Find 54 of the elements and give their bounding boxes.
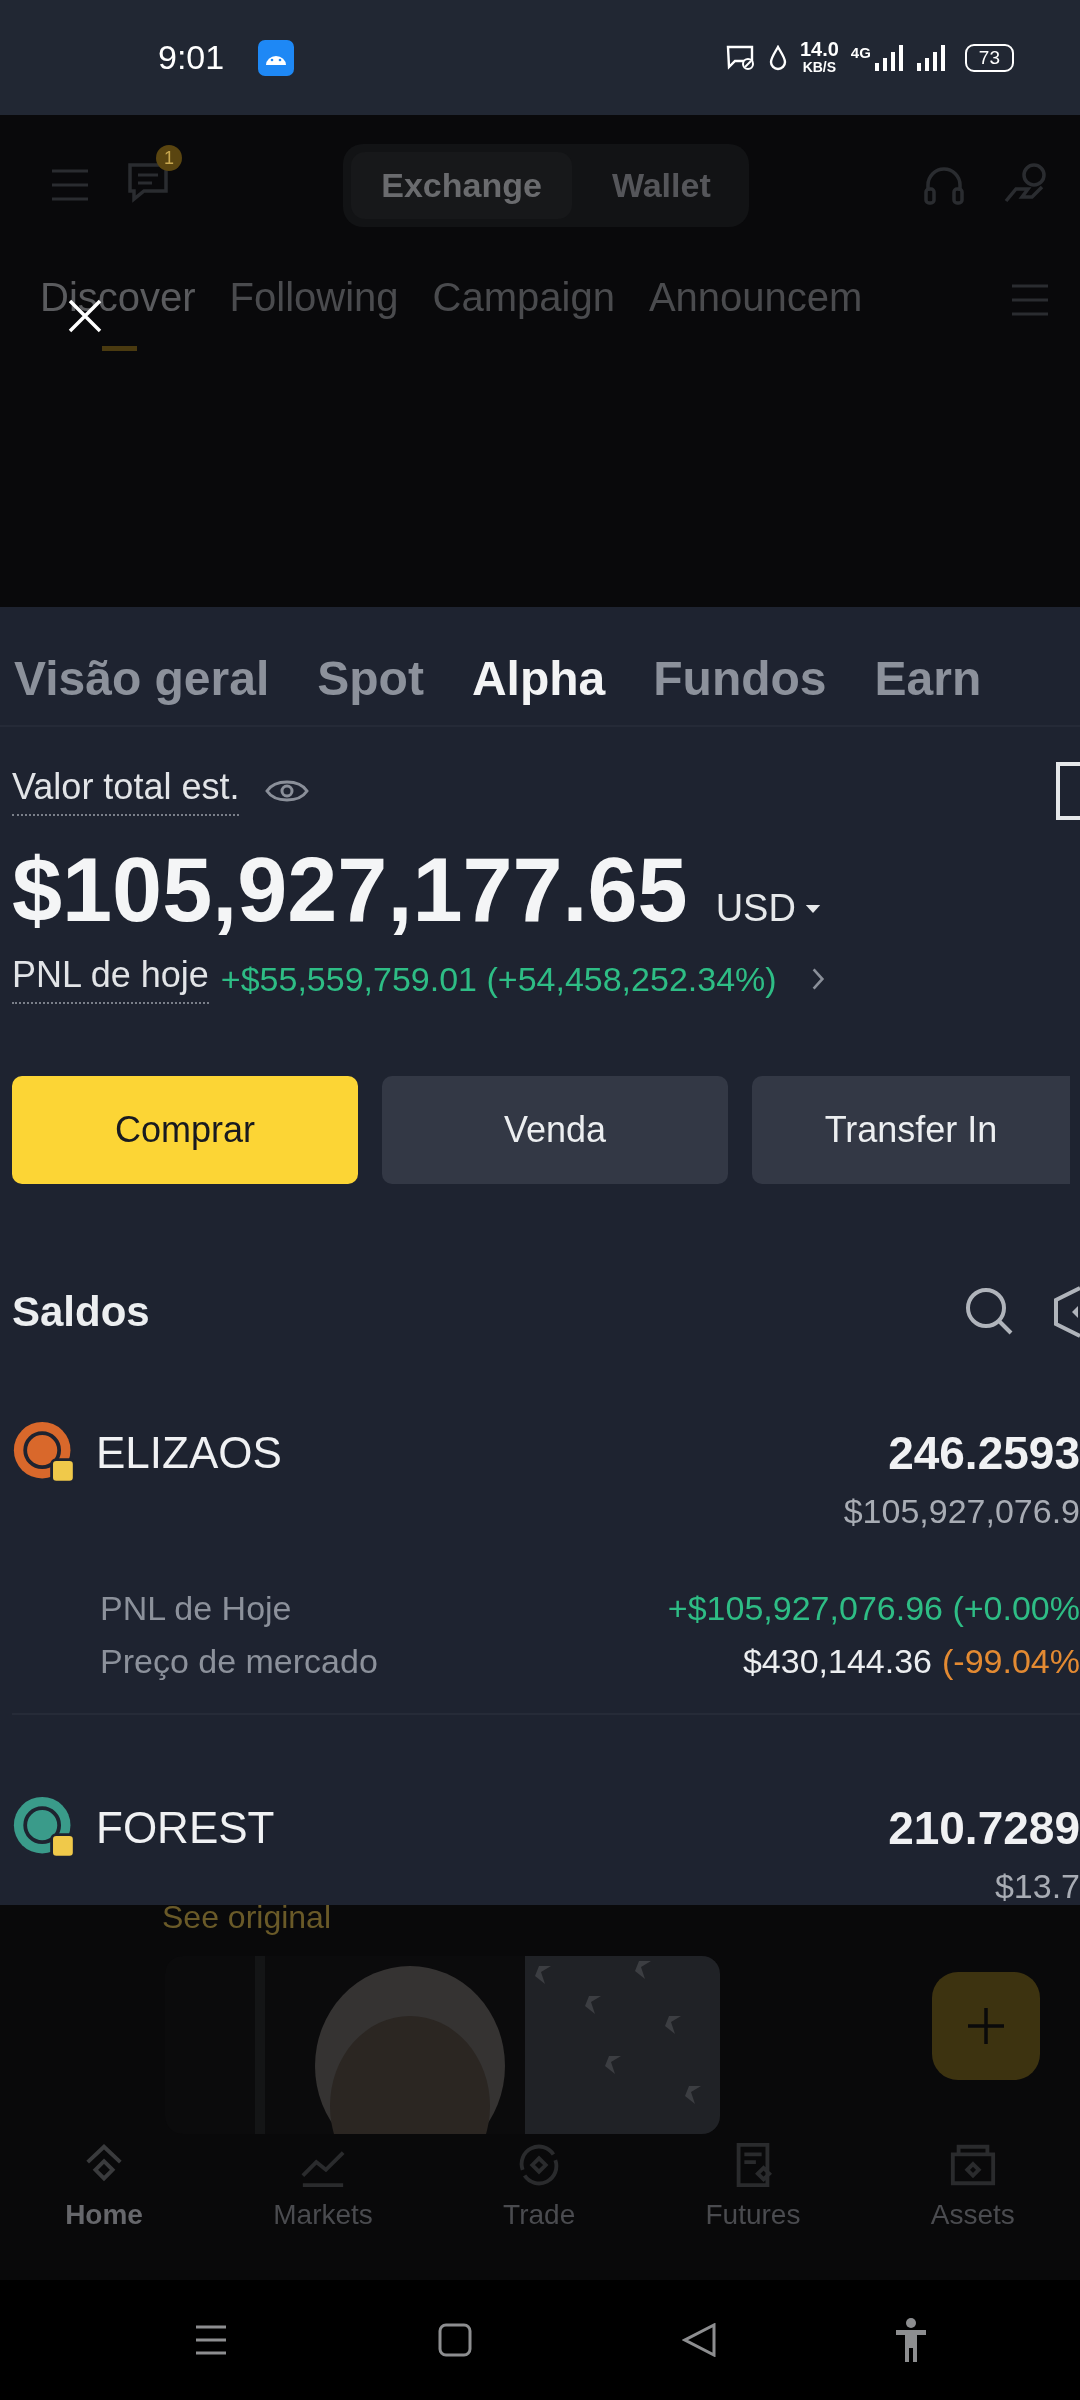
- market-price: $430,144.36: [742, 1642, 933, 1681]
- currency-dropdown[interactable]: USD: [715, 887, 822, 930]
- home-icon[interactable]: [438, 2323, 472, 2357]
- status-time: 9:01: [158, 38, 225, 77]
- feed-tab[interactable]: Following: [229, 275, 399, 351]
- feed-tab[interactable]: Discover: [40, 275, 196, 351]
- asset-symbol: ELIZAOS: [96, 1428, 282, 1478]
- nav-tab[interactable]: Home: [59, 2140, 149, 2232]
- total-value-label: Valor total est.: [12, 766, 240, 816]
- signal-icon: [874, 44, 905, 71]
- asset-value: $105,927,076.9: [843, 1492, 1080, 1531]
- drop-icon: [767, 44, 788, 71]
- action-button[interactable]: Comprar: [12, 1076, 358, 1184]
- asset-amount: 210.7289: [888, 1801, 1080, 1855]
- notification-blocked-icon: [725, 44, 756, 71]
- accessibility-icon[interactable]: [896, 2318, 926, 2362]
- pnl-value: +$55,559,759.01 (+54,458,252.34%): [220, 959, 777, 999]
- back-icon[interactable]: [682, 2323, 716, 2357]
- recents-icon[interactable]: [194, 2323, 228, 2357]
- pnl-label: PNL de hoje: [12, 954, 209, 1004]
- network-speed: 14.0: [799, 39, 839, 58]
- notification-badge: 1: [156, 145, 182, 171]
- portfolio-tab[interactable]: Alpha: [471, 650, 606, 706]
- pnl-label: PNL de Hoje: [100, 1589, 292, 1628]
- action-button[interactable]: Venda: [382, 1076, 728, 1184]
- network-type: 4G: [850, 44, 871, 61]
- portfolio-tab[interactable]: Earn: [874, 650, 982, 706]
- nav-tab[interactable]: Markets: [267, 2140, 379, 2232]
- nav-tab[interactable]: Futures: [699, 2140, 807, 2232]
- plus-icon: [966, 2006, 1006, 2046]
- feed-tab[interactable]: Campaign: [432, 275, 615, 351]
- speed-unit: KB/S: [802, 57, 837, 76]
- portfolio-tab[interactable]: Visão geral: [14, 650, 270, 706]
- price-change: (-99.04%: [942, 1642, 1080, 1681]
- segment-tab[interactable]: Wallet: [581, 151, 741, 219]
- pnl-value: +$105,927,076.96 (+0.00%: [667, 1589, 1080, 1628]
- asset-symbol: FOREST: [96, 1803, 275, 1853]
- portfolio-tab[interactable]: Fundos: [653, 650, 827, 706]
- action-button[interactable]: Transfer In: [752, 1076, 1070, 1184]
- chevron-right-icon[interactable]: [810, 966, 825, 992]
- nav-tab[interactable]: Assets: [924, 2140, 1021, 2232]
- nav-tab[interactable]: Trade: [497, 2140, 582, 2232]
- segment-tab[interactable]: Exchange: [351, 151, 572, 219]
- total-balance: $105,927,177.65: [12, 839, 688, 942]
- battery-level: 73: [964, 43, 1014, 72]
- portfolio-tab[interactable]: Spot: [317, 650, 424, 706]
- market-price-label: Preço de mercado: [100, 1642, 378, 1681]
- caret-icon: [803, 903, 822, 914]
- feed-tab[interactable]: Announcem: [648, 275, 863, 351]
- android-app-icon: [258, 39, 295, 76]
- asset-value: $13.7: [994, 1867, 1080, 1905]
- signal-icon: [916, 44, 947, 71]
- section-title: Saldos: [12, 1288, 150, 1336]
- asset-amount: 246.2593: [888, 1426, 1080, 1480]
